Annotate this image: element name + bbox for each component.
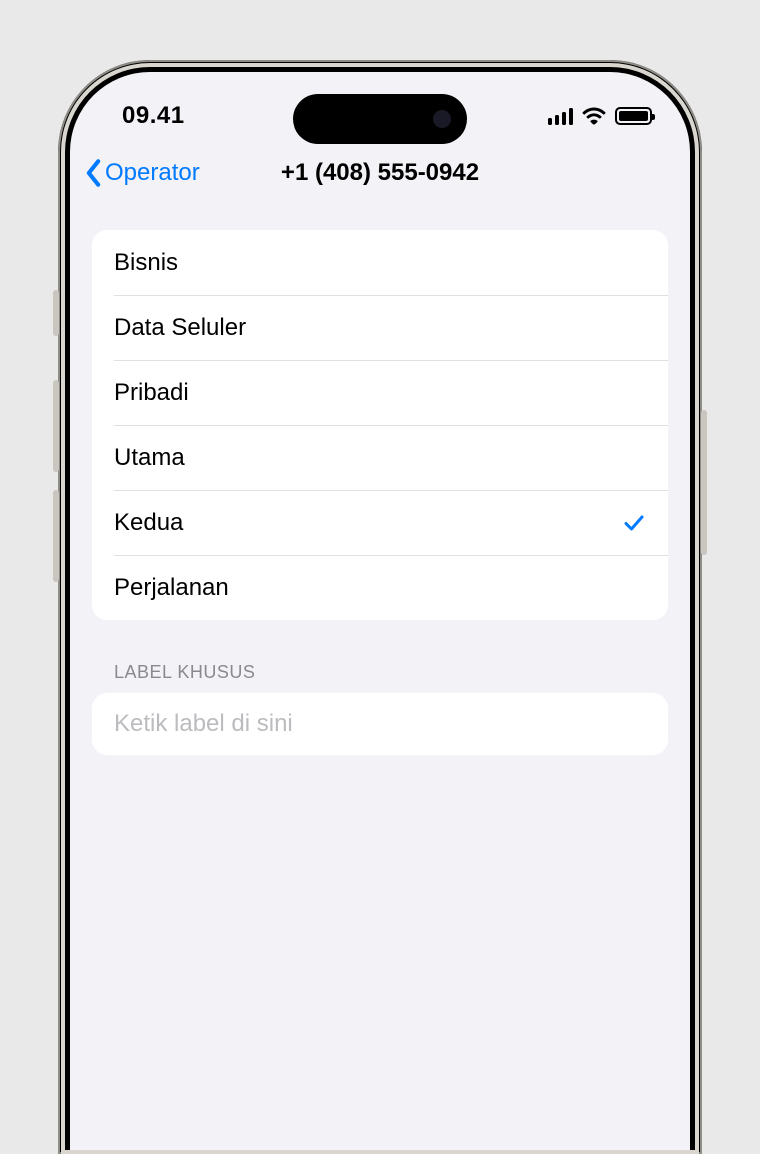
label-option-kedua[interactable]: Kedua xyxy=(92,490,668,555)
label-option-text: Utama xyxy=(114,444,185,472)
back-label: Operator xyxy=(105,159,200,187)
dynamic-island xyxy=(293,94,467,144)
wifi-icon xyxy=(582,107,606,125)
status-time: 09.41 xyxy=(122,102,185,130)
label-option-bisnis[interactable]: Bisnis xyxy=(92,230,668,295)
label-option-perjalanan[interactable]: Perjalanan xyxy=(92,555,668,620)
power-button xyxy=(701,410,707,555)
silence-switch xyxy=(53,290,59,336)
label-option-pribadi[interactable]: Pribadi xyxy=(92,360,668,425)
volume-down-button xyxy=(53,490,59,582)
label-option-text: Perjalanan xyxy=(114,574,229,602)
custom-label-header: LABEL KHUSUS xyxy=(92,620,668,693)
label-option-utama[interactable]: Utama xyxy=(92,425,668,490)
status-icons xyxy=(548,107,653,125)
label-option-text: Bisnis xyxy=(114,249,178,277)
custom-label-group xyxy=(92,693,668,755)
cellular-signal-icon xyxy=(548,108,574,125)
label-option-data-seluler[interactable]: Data Seluler xyxy=(92,295,668,360)
label-option-text: Data Seluler xyxy=(114,314,246,342)
label-option-text: Pribadi xyxy=(114,379,189,407)
phone-frame: 09.41 Operator +1 (408) 555-094 xyxy=(58,60,702,1154)
screen: 09.41 Operator +1 (408) 555-094 xyxy=(70,72,690,1154)
back-button[interactable]: Operator xyxy=(84,159,200,187)
chevron-left-icon xyxy=(84,159,103,187)
content: Bisnis Data Seluler Pribadi Utama Kedua xyxy=(70,204,690,755)
battery-icon xyxy=(615,107,652,125)
checkmark-icon xyxy=(622,511,646,535)
volume-up-button xyxy=(53,380,59,472)
custom-label-input[interactable] xyxy=(114,710,646,738)
nav-bar: Operator +1 (408) 555-0942 xyxy=(70,142,690,204)
label-option-text: Kedua xyxy=(114,509,183,537)
label-options-group: Bisnis Data Seluler Pribadi Utama Kedua xyxy=(92,230,668,620)
